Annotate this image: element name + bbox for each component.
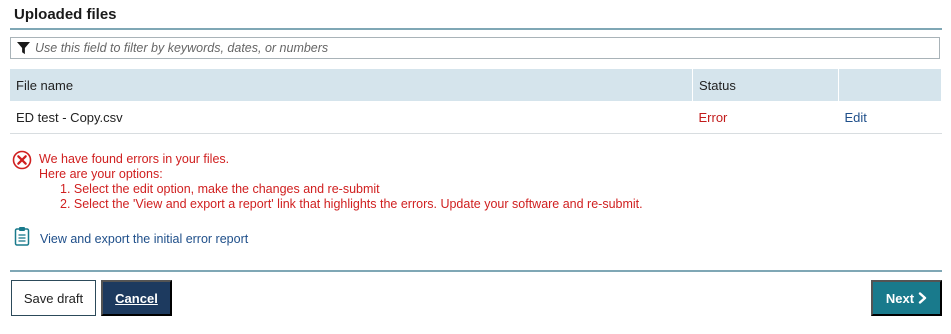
clipboard-icon xyxy=(14,226,30,251)
action-cell: Edit xyxy=(838,101,942,134)
view-export-report-link[interactable]: View and export the initial error report xyxy=(40,232,248,246)
error-subheading: Here are your options: xyxy=(39,167,163,181)
table-header-row: File name Status xyxy=(10,69,942,101)
column-header-actions xyxy=(838,69,942,101)
cancel-button[interactable]: Cancel xyxy=(101,280,172,316)
edit-link[interactable]: Edit xyxy=(845,110,867,125)
filter-box[interactable] xyxy=(10,37,940,59)
error-circle-icon xyxy=(12,150,32,173)
file-name-cell: ED test - Copy.csv xyxy=(10,101,693,134)
filter-icon xyxy=(17,40,33,56)
title-divider xyxy=(10,28,942,30)
status-cell: Error xyxy=(692,101,839,134)
error-option-1: 1. Select the edit option, make the chan… xyxy=(60,182,380,196)
error-heading: We have found errors in your files. xyxy=(39,152,230,166)
table-row: ED test - Copy.csv Error Edit xyxy=(10,101,942,134)
next-button-label: Next xyxy=(885,290,915,306)
files-table: File name Status ED test - Copy.csv Erro… xyxy=(10,69,942,134)
report-link-row: View and export the initial error report xyxy=(14,226,248,251)
next-button[interactable]: Next xyxy=(871,280,942,316)
filter-input[interactable] xyxy=(35,41,915,55)
chevron-right-icon xyxy=(918,292,927,304)
column-header-file-name[interactable]: File name xyxy=(10,69,693,101)
column-header-status[interactable]: Status xyxy=(692,69,839,101)
error-option-2: 2. Select the 'View and export a report'… xyxy=(60,197,643,211)
footer-divider xyxy=(10,270,942,272)
save-draft-button[interactable]: Save draft xyxy=(11,280,96,316)
section-title: Uploaded files xyxy=(14,6,117,23)
